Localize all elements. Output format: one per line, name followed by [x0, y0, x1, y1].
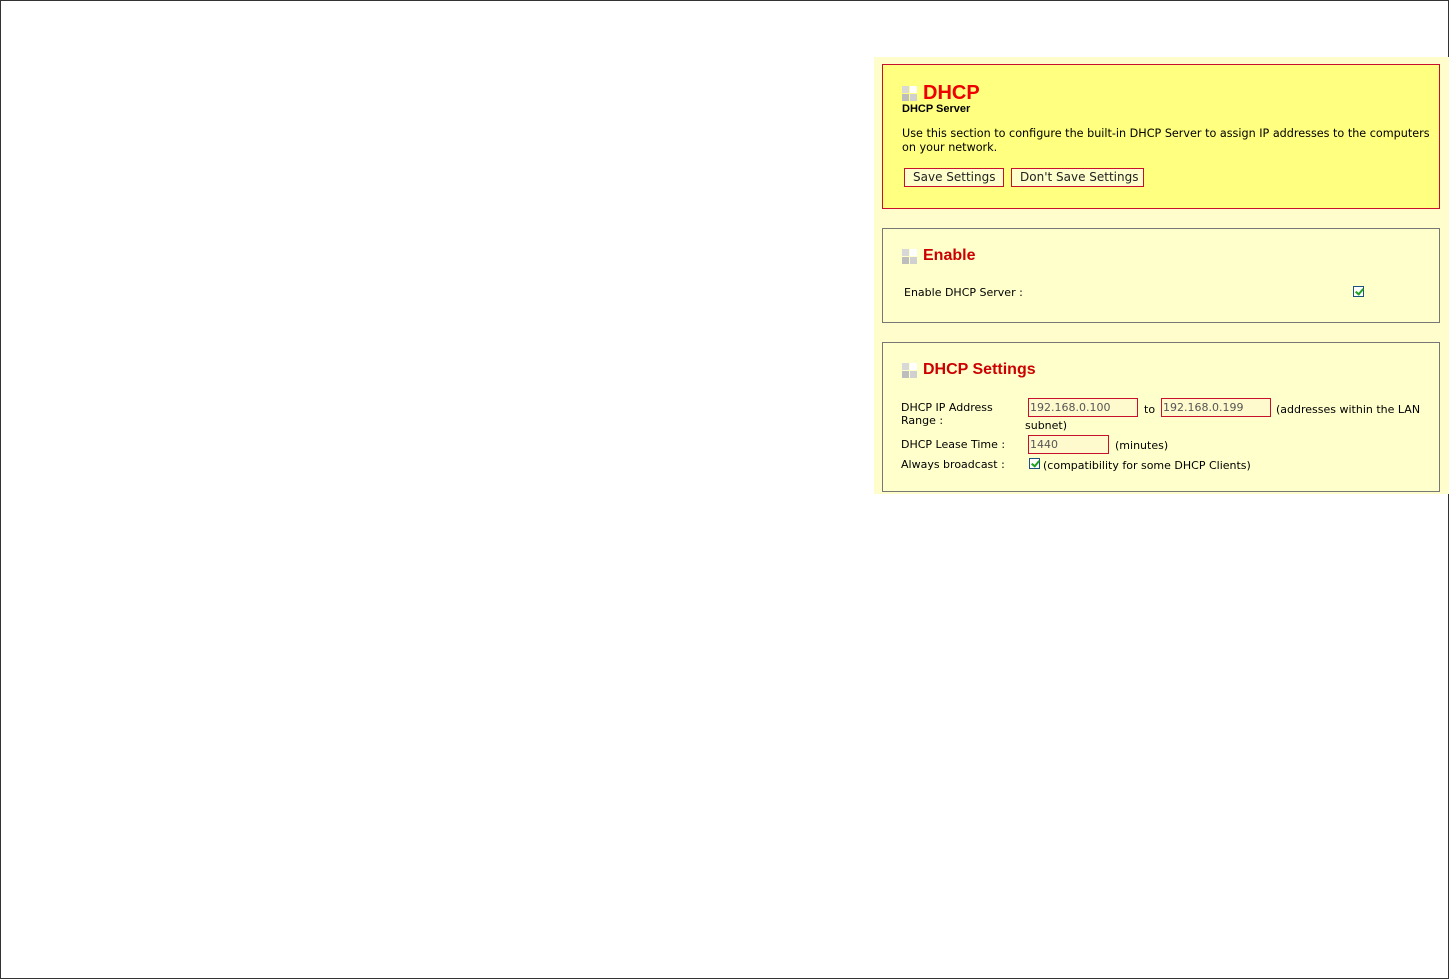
ip-range-note-line2: subnet) — [1025, 419, 1068, 432]
always-broadcast-note: (compatibility for some DHCP Clients) — [1043, 459, 1251, 472]
dhcp-server-section: DHCP DHCP Server Use this section to con… — [882, 64, 1440, 209]
lease-time-input[interactable]: 1440 — [1028, 435, 1109, 454]
section-grid-icon — [902, 363, 918, 379]
ip-range-note-line1: (addresses within the LAN — [1276, 403, 1421, 416]
section-grid-icon — [902, 86, 918, 102]
ip-range-end-input[interactable]: 192.168.0.199 — [1161, 398, 1271, 417]
save-settings-button[interactable]: Save Settings — [904, 168, 1004, 187]
ip-range-start-input[interactable]: 192.168.0.100 — [1028, 398, 1138, 417]
enable-dhcp-server-checkbox[interactable] — [1353, 286, 1364, 297]
always-broadcast-label: Always broadcast : — [901, 458, 1005, 471]
enable-section-title: Enable — [923, 247, 976, 264]
lease-time-unit: (minutes) — [1115, 439, 1169, 452]
page-title: DHCP — [923, 82, 980, 104]
dhcp-settings-section-title: DHCP Settings — [923, 361, 1036, 378]
enable-dhcp-server-label: Enable DHCP Server : — [904, 286, 1023, 299]
ip-range-label-line2: Range : — [901, 414, 944, 427]
dhcp-settings-section: DHCP Settings DHCP IP Address Range : 19… — [882, 342, 1440, 492]
section-subtitle: DHCP Server — [902, 103, 971, 115]
dont-save-settings-button[interactable]: Don't Save Settings — [1011, 168, 1144, 187]
ip-range-to-label: to — [1144, 403, 1156, 416]
always-broadcast-checkbox[interactable] — [1029, 458, 1040, 469]
enable-section: Enable Enable DHCP Server : — [882, 228, 1440, 323]
lease-time-label: DHCP Lease Time : — [901, 438, 1006, 451]
ip-range-label-line1: DHCP IP Address — [901, 401, 993, 414]
section-description: Use this section to configure the built-… — [902, 127, 1430, 154]
section-grid-icon — [902, 249, 918, 265]
